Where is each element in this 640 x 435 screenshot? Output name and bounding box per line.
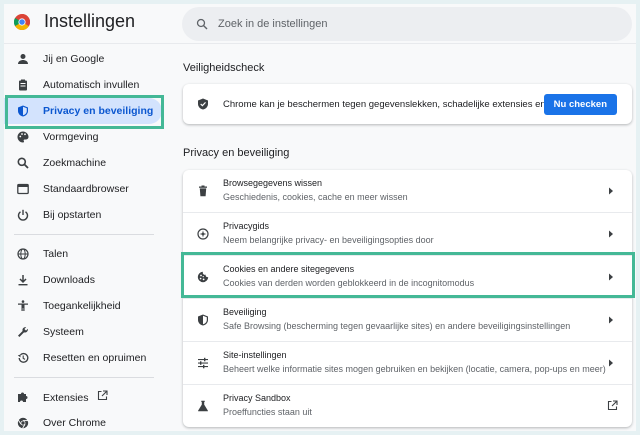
sidebar-item-privacy-en-beveiliging[interactable]: Privacy en beveiliging [4,98,162,124]
row-subtitle: Proeffuncties staan uit [223,407,312,417]
shield-icon [197,98,209,110]
sliders-icon [197,357,209,369]
sidebar-item-label: Jij en Google [43,53,105,65]
header-divider [4,43,636,44]
row-title: Cookies en andere sitegegevens [223,264,355,274]
accessibility-icon [17,300,29,312]
palette-icon [17,131,29,143]
sidebar-item-extensies[interactable]: Extensies [4,384,164,410]
sidebar-item-label: Zoekmachine [43,157,107,169]
sidebar-item-toegankelijkheid[interactable]: Toegankelijkheid [4,293,164,319]
sidebar-item-zoekmachine[interactable]: Zoekmachine [4,150,164,176]
sidebar-item-systeem[interactable]: Systeem [4,319,164,345]
sidebar: Jij en Google Automatisch invullen Priva… [4,46,164,431]
chevron-right-icon [608,230,614,238]
sidebar-item-talen[interactable]: Talen [4,241,164,267]
chevron-right-icon [608,273,614,281]
privacy-heading: Privacy en beveiliging [183,147,290,159]
trash-icon [197,185,209,197]
row-title: Browsegegevens wissen [223,178,323,188]
row-title: Site-instellingen [223,350,287,360]
safety-check-text: Chrome kan je beschermen tegen gegevensl… [223,98,570,110]
sidebar-item-label: Privacy en beveiliging [43,105,154,117]
sidebar-item-label: Downloads [43,274,95,286]
chrome-icon [17,417,29,429]
row-cookies-en-andere-sitegegevens[interactable]: Cookies en andere sitegegevens Cookies v… [183,255,632,298]
chevron-right-icon [608,359,614,367]
row-title: Beveiliging [223,307,267,317]
row-privacy-sandbox[interactable]: Privacy Sandbox Proeffuncties staan uit [183,384,632,427]
sidebar-item-label: Talen [43,248,69,260]
puzzle-icon [17,391,29,403]
sidebar-item-label: Toegankelijkheid [43,300,121,312]
row-browsegegevens-wissen[interactable]: Browsegegevens wissen Geschiedenis, cook… [183,170,632,212]
sidebar-item-label: Systeem [43,326,84,338]
open-external-icon [97,390,108,401]
chevron-right-icon [608,316,614,324]
globe-icon [17,248,29,260]
search-bar[interactable] [182,7,632,41]
row-subtitle: Safe Browsing (bescherming tegen gevaarl… [223,321,571,331]
sidebar-item-over-chrome[interactable]: Over Chrome [4,410,164,431]
power-icon [17,209,29,221]
download-icon [17,274,29,286]
sidebar-item-downloads[interactable]: Downloads [4,267,164,293]
person-icon [17,53,29,65]
sidebar-item-resetten-en-opruimen[interactable]: Resetten en opruimen [4,345,164,371]
open-external-icon [607,400,618,411]
history-icon [17,352,29,364]
sidebar-item-standaardbrowser[interactable]: Standaardbrowser [4,176,164,202]
sidebar-item-label: Vormgeving [43,131,99,143]
search-icon [17,157,29,169]
shield-icon [197,314,209,326]
row-subtitle: Beheert welke informatie sites mogen geb… [223,364,606,374]
chrome-logo-icon [14,14,30,30]
check-now-button[interactable]: Nu checken [543,94,617,115]
search-icon [196,18,208,30]
sidebar-item-label: Bij opstarten [43,209,102,221]
settings-window: Instellingen Jij en Google Automatisch i… [4,4,636,431]
row-beveiliging[interactable]: Beveiliging Safe Browsing (bescherming t… [183,298,632,341]
compass-icon [197,228,209,240]
wrench-icon [17,326,29,338]
search-input[interactable] [216,17,600,31]
row-subtitle: Cookies van derden worden geblokkeerd in… [223,278,475,288]
sidebar-item-vormgeving[interactable]: Vormgeving [4,124,164,150]
sidebar-item-automatisch-invullen[interactable]: Automatisch invullen [4,72,164,98]
sidebar-item-label: Extensies [43,392,89,404]
sidebar-item-label: Standaardbrowser [43,183,129,195]
safety-check-row: Chrome kan je beschermen tegen gegevensl… [183,84,632,124]
sidebar-divider [14,234,154,235]
row-privacygids[interactable]: Privacygids Neem belangrijke privacy- en… [183,212,632,255]
privacy-card: Browsegegevens wissen Geschiedenis, cook… [183,170,632,427]
sidebar-divider [14,377,154,378]
chevron-right-icon [608,187,614,195]
app-title: Instellingen [44,11,136,31]
row-subtitle: Neem belangrijke privacy- en beveiliging… [223,235,434,245]
sidebar-item-label: Resetten en opruimen [43,352,147,364]
row-title: Privacy Sandbox [223,393,291,403]
row-title: Privacygids [223,221,270,231]
sidebar-item-label: Automatisch invullen [43,79,140,91]
shield-icon [17,105,29,117]
sidebar-item-bij-opstarten[interactable]: Bij opstarten [4,202,164,228]
safety-check-heading: Veiligheidscheck [183,62,265,74]
clipboard-icon [17,79,29,91]
browser-icon [17,183,29,195]
cookie-icon [197,271,209,283]
flask-icon [197,400,209,412]
row-site-instellingen[interactable]: Site-instellingen Beheert welke informat… [183,341,632,384]
safety-check-card: Chrome kan je beschermen tegen gegevensl… [183,84,632,124]
sidebar-item-label-extensies: Extensies [43,390,108,404]
sidebar-item-jij-en-google[interactable]: Jij en Google [4,46,164,72]
sidebar-item-label: Over Chrome [43,417,107,429]
row-subtitle: Geschiedenis, cookies, cache en meer wis… [223,192,408,202]
